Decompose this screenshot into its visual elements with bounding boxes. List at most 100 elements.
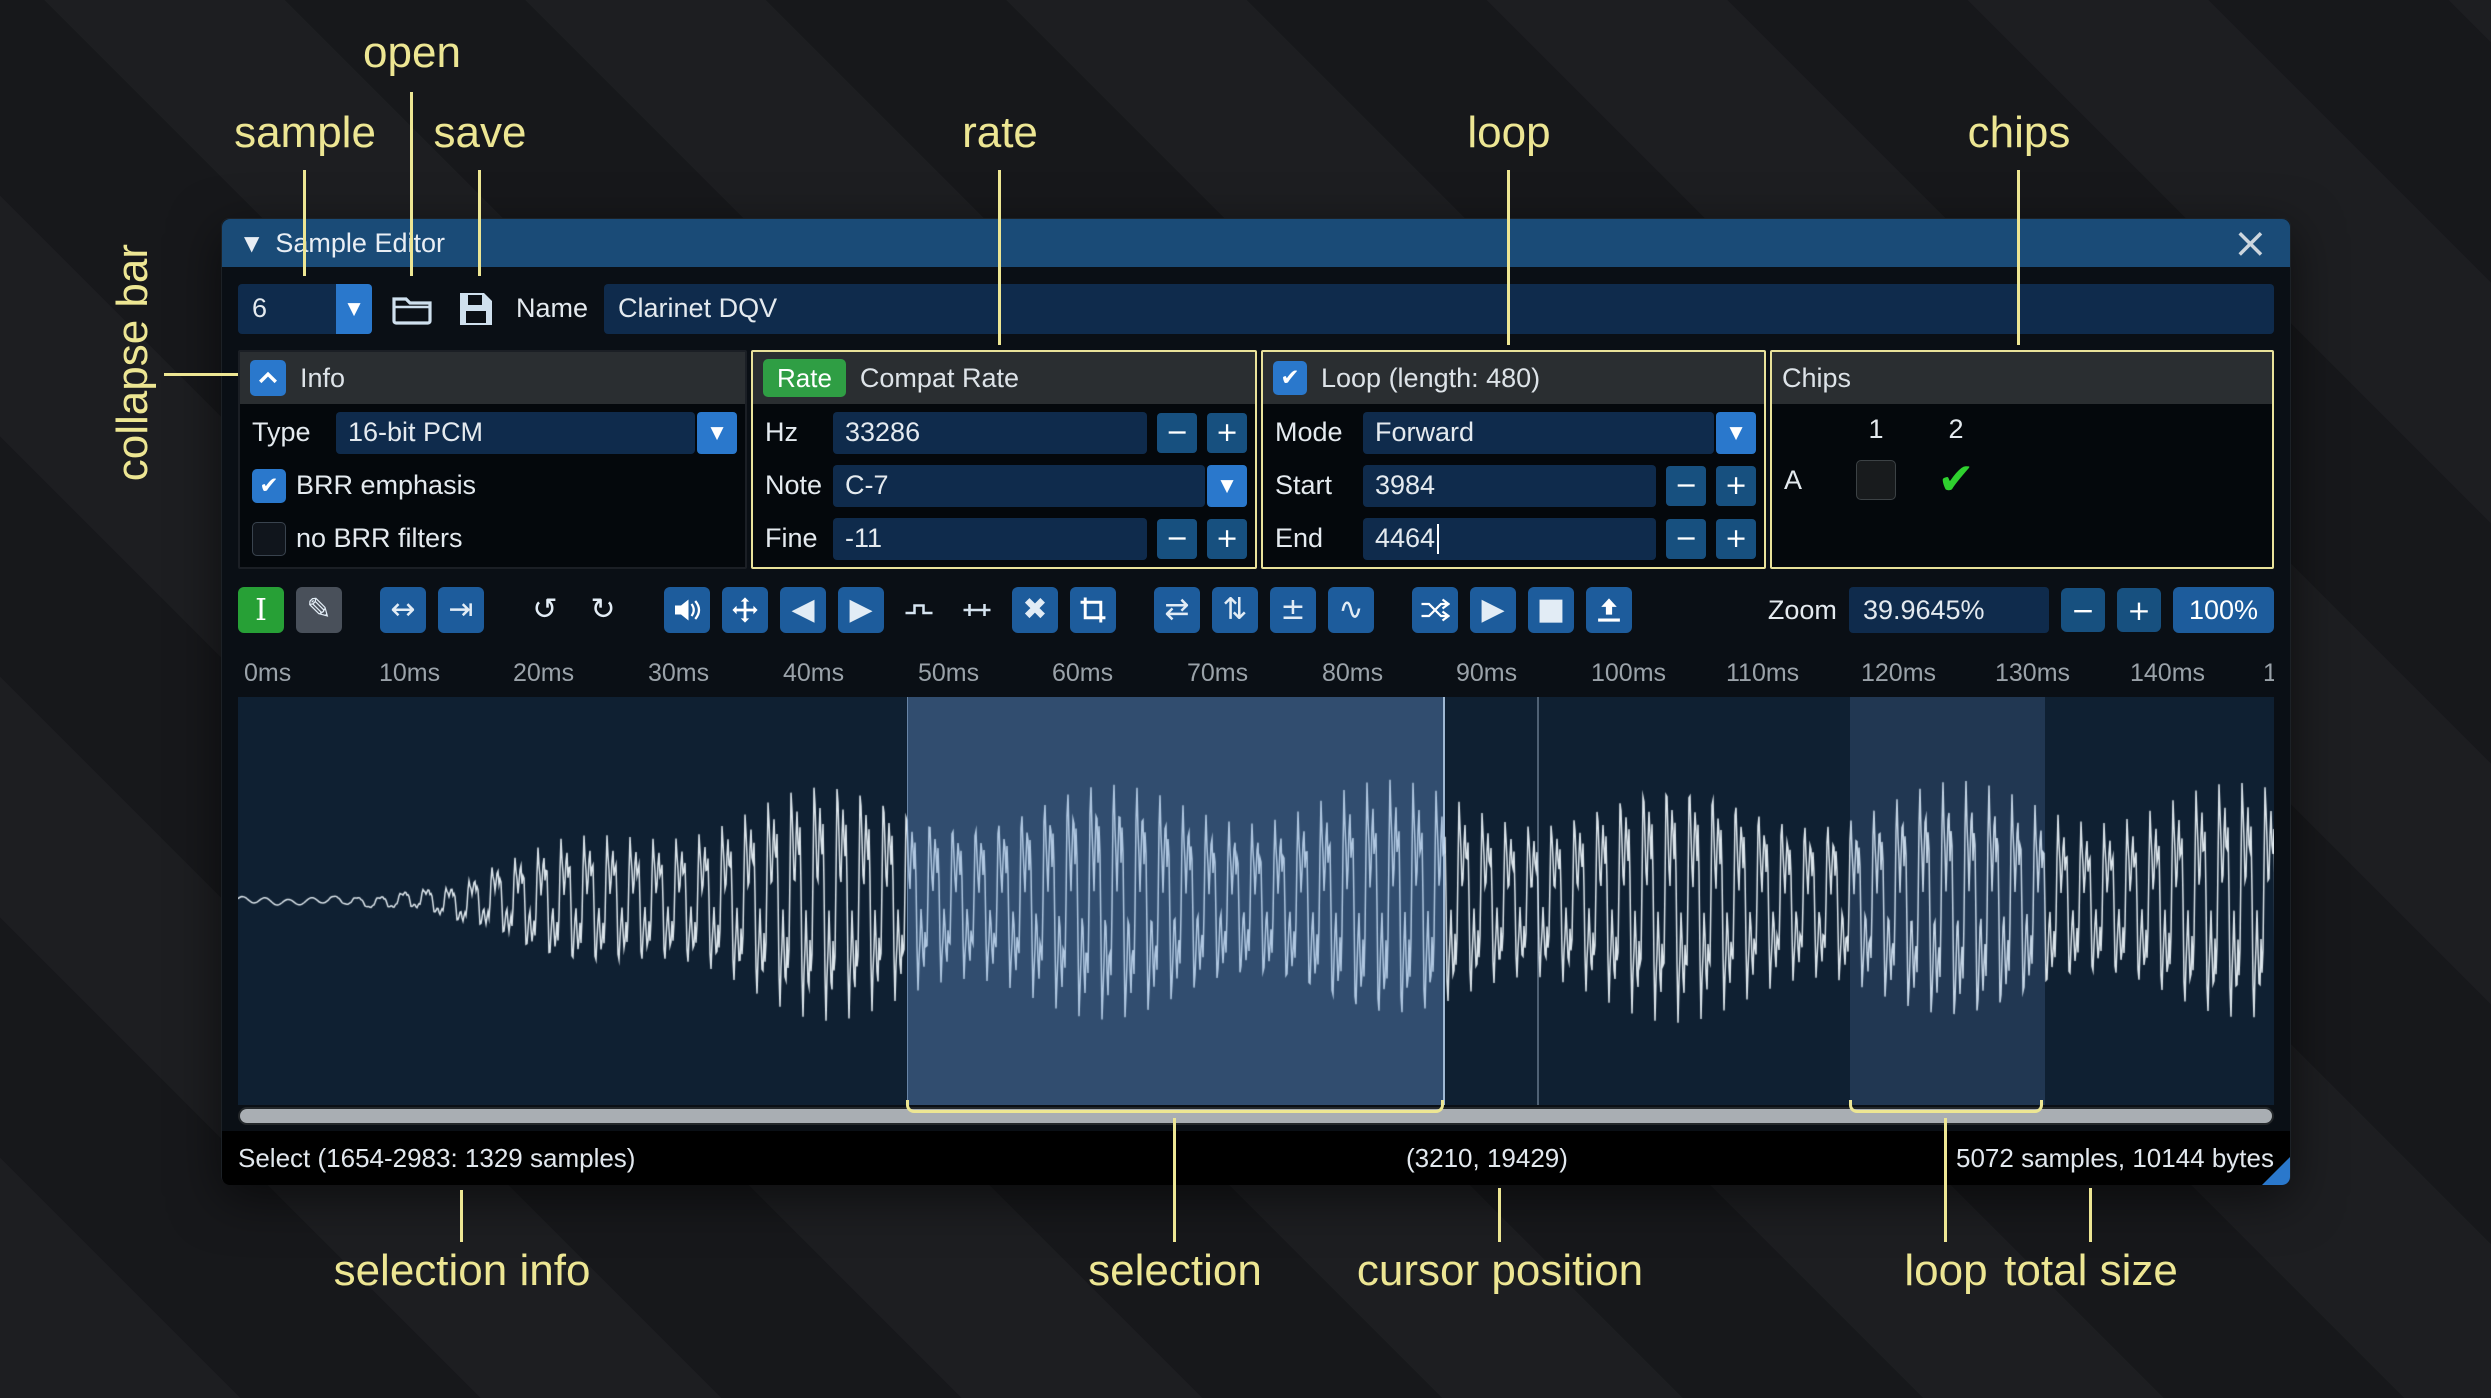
annotation-chips: chips	[1967, 108, 2071, 157]
i-beam-cursor-icon: I	[255, 592, 267, 628]
ruler-label: 100ms	[1591, 659, 1667, 687]
crop-icon	[1079, 596, 1107, 624]
brr-emphasis-checkbox[interactable]: ✔	[252, 468, 286, 503]
loop-end-value: 4464	[1375, 523, 1436, 553]
ruler-label: 120ms	[1861, 659, 1937, 687]
hz-plus-button[interactable]: +	[1207, 412, 1247, 453]
total-size-text: 5072 samples, 10144 bytes	[1956, 1142, 2274, 1173]
loop-start-plus-button[interactable]: +	[1716, 465, 1756, 506]
scrollbar-thumb[interactable]	[240, 1109, 2272, 1123]
window-collapse-icon[interactable]: ▼	[244, 231, 259, 255]
ruler-label: 150ms	[2263, 659, 2274, 687]
resize-button[interactable]: ↔	[380, 587, 426, 633]
hz-minus-button[interactable]: −	[1157, 412, 1197, 453]
reverse-button[interactable]: ⇄	[1154, 587, 1200, 633]
rate-panel: Rate Compat Rate Hz 33286 − + Note C-7 ▼…	[751, 350, 1257, 569]
no-brr-filters-checkbox[interactable]	[252, 521, 286, 556]
trim-button[interactable]	[1070, 587, 1116, 633]
draw-mode-button[interactable]: ✎	[296, 587, 342, 633]
sample-number: 6	[238, 283, 336, 334]
type-dropdown[interactable]: 16-bit PCM ▼	[336, 411, 737, 454]
sign-button[interactable]: ±	[1270, 587, 1316, 633]
fine-input[interactable]: -11	[833, 517, 1147, 560]
move-icon	[731, 596, 759, 624]
info-panel-title: Info	[300, 362, 346, 393]
loop-start-input[interactable]: 3984	[1363, 464, 1656, 507]
hz-label: Hz	[765, 417, 798, 447]
zoom-in-button[interactable]: +	[2116, 588, 2161, 632]
insert-silence-button[interactable]	[896, 587, 942, 633]
annotation-selection-info-line	[460, 1190, 463, 1242]
chip-2-checkbox[interactable]: ✔	[1938, 458, 1975, 502]
save-button[interactable]	[452, 285, 500, 333]
triangle-left-icon: ◀	[791, 592, 815, 627]
loop-end-label: End	[1275, 523, 1324, 553]
loop-end-plus-button[interactable]: +	[1716, 518, 1756, 559]
resample-button[interactable]: ⇥	[438, 587, 484, 633]
open-button[interactable]	[388, 285, 436, 333]
rate-tag-button[interactable]: Rate	[763, 359, 846, 397]
undo-button[interactable]: ↺	[522, 587, 568, 633]
normalize-button[interactable]	[722, 587, 768, 633]
fine-plus-button[interactable]: +	[1207, 518, 1247, 559]
stop-icon: ■	[1536, 592, 1566, 627]
stop-button[interactable]: ■	[1528, 587, 1574, 633]
select-mode-button[interactable]: I	[238, 587, 284, 633]
fade-in-button[interactable]: ◀	[780, 587, 826, 633]
resize-icon: ↔	[390, 592, 416, 627]
chevron-down-icon[interactable]: ▼	[1207, 464, 1247, 507]
delete-button[interactable]: ✖	[1012, 587, 1058, 633]
annotation-open: open	[363, 28, 461, 77]
chip-1-checkbox[interactable]	[1856, 460, 1896, 500]
titlebar[interactable]: ▼ Sample Editor ×	[222, 219, 2290, 267]
undo-icon: ↺	[532, 592, 558, 627]
resample-icon: ⇥	[448, 592, 474, 627]
invert-button[interactable]: ⇅	[1212, 587, 1258, 633]
note-dropdown[interactable]: C-7 ▼	[833, 464, 1247, 507]
chevron-down-icon[interactable]: ▼	[697, 411, 737, 454]
horizontal-scrollbar[interactable]	[238, 1107, 2274, 1125]
hz-input[interactable]: 33286	[833, 411, 1147, 454]
chips-panel-title: Chips	[1782, 362, 1852, 393]
name-input[interactable]: Clarinet DQV	[604, 283, 2274, 334]
loop-end-input[interactable]: 4464	[1363, 517, 1656, 560]
loop-mode-dropdown[interactable]: Forward ▼	[1363, 411, 1756, 454]
apply-silence-button[interactable]	[954, 587, 1000, 633]
zoom-controls: Zoom 39.9645% − + 100%	[1768, 587, 2274, 633]
zoom-input[interactable]: 39.9645%	[1848, 587, 2049, 633]
zoom-label: Zoom	[1767, 594, 1837, 625]
rate-panel-header: Rate Compat Rate	[753, 352, 1255, 404]
crossfade-button[interactable]	[1412, 587, 1458, 633]
upload-button[interactable]	[1586, 587, 1632, 633]
brr-emphasis-label: BRR emphasis	[296, 470, 477, 500]
loop-end-minus-button[interactable]: −	[1666, 518, 1706, 559]
insert-silence-icon	[904, 598, 934, 622]
chip-row-a: A ✔	[1780, 452, 2264, 508]
chevron-down-icon[interactable]: ▼	[336, 283, 372, 334]
redo-button[interactable]: ↻	[580, 587, 626, 633]
window-title: Sample Editor	[275, 227, 445, 258]
close-icon[interactable]: ×	[2233, 222, 2268, 264]
amplify-button[interactable]	[664, 587, 710, 633]
loop-start-minus-button[interactable]: −	[1666, 465, 1706, 506]
fine-minus-button[interactable]: −	[1157, 518, 1197, 559]
waveform-view[interactable]	[238, 697, 2274, 1105]
chevron-down-icon[interactable]: ▼	[1716, 411, 1756, 454]
selection-region[interactable]	[907, 697, 1445, 1105]
preview-button[interactable]: ▶	[1470, 587, 1516, 633]
filter-button[interactable]: ∿	[1328, 587, 1374, 633]
rate-panel-title: Compat Rate	[859, 362, 1019, 393]
zoom-reset-button[interactable]: 100%	[2172, 587, 2274, 633]
collapse-button[interactable]	[250, 360, 286, 396]
resize-grip[interactable]	[2262, 1157, 2290, 1185]
ruler-label: 70ms	[1187, 659, 1249, 687]
loop-region[interactable]	[1850, 697, 2045, 1105]
ruler-label: 10ms	[379, 659, 441, 687]
loop-start-label: Start	[1275, 470, 1333, 500]
sample-selector[interactable]: 6 ▼	[238, 283, 372, 334]
loop-mode-label: Mode	[1275, 417, 1343, 447]
zoom-out-button[interactable]: −	[2060, 588, 2105, 632]
chips-panel-body: 1 2 A ✔	[1772, 404, 2272, 567]
fade-out-button[interactable]: ▶	[838, 587, 884, 633]
loop-enable-checkbox[interactable]: ✔	[1273, 361, 1307, 395]
